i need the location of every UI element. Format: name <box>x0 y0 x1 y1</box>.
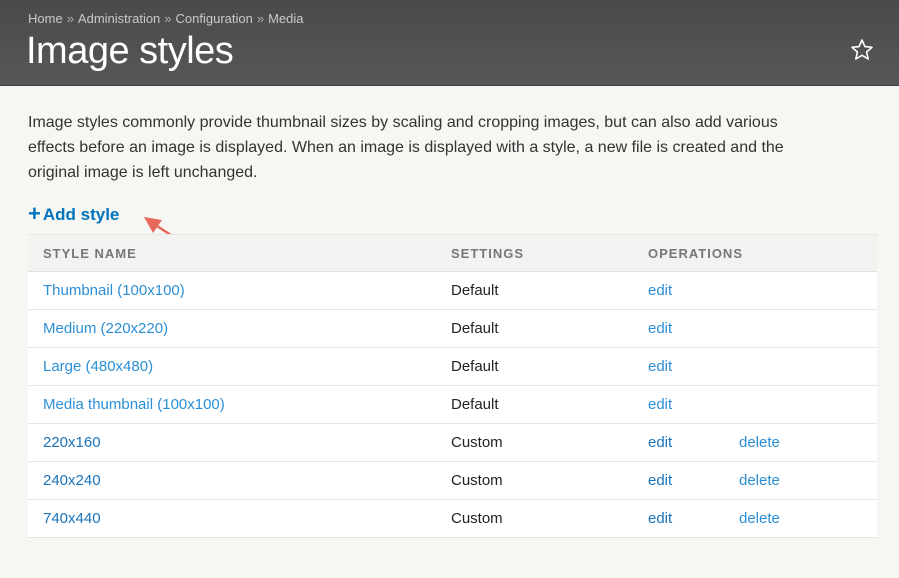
edit-link[interactable]: edit <box>648 434 672 451</box>
delete-link[interactable]: delete <box>739 434 780 451</box>
breadcrumb-administration[interactable]: Administration <box>78 11 160 26</box>
edit-link[interactable]: edit <box>648 282 672 299</box>
style-settings: Default <box>435 271 633 310</box>
style-name-link[interactable]: Medium (220x220) <box>43 320 168 337</box>
table-header-row: STYLE NAME SETTINGS OPERATIONS <box>28 234 877 272</box>
breadcrumb: Home» Administration» Configuration» Media <box>28 11 304 26</box>
table-row: 240x240 Custom edit delete <box>28 461 877 500</box>
style-settings: Custom <box>435 461 633 500</box>
style-settings: Custom <box>435 499 633 538</box>
page-header: Home» Administration» Configuration» Media … <box>0 0 899 86</box>
empty-operation-cell <box>738 309 877 348</box>
main-content: Image styles commonly provide thumbnail … <box>0 86 899 578</box>
table-row: Large (480x480) Default edit <box>28 347 877 386</box>
page-description: Image styles commonly provide thumbnail … <box>28 114 784 181</box>
edit-link[interactable]: edit <box>648 358 672 375</box>
edit-link[interactable]: edit <box>648 472 672 489</box>
column-header-operations: OPERATIONS <box>633 234 877 272</box>
style-settings: Custom <box>435 423 633 462</box>
breadcrumb-configuration[interactable]: Configuration <box>176 11 253 26</box>
breadcrumb-separator: » <box>164 11 172 26</box>
style-name-link[interactable]: 220x160 <box>43 434 101 451</box>
style-settings: Default <box>435 347 633 386</box>
add-style-link[interactable]: + Add style <box>28 201 120 226</box>
style-name-link[interactable]: 240x240 <box>43 472 101 489</box>
empty-operation-cell <box>738 271 877 310</box>
edit-link[interactable]: edit <box>648 510 672 527</box>
edit-link[interactable]: edit <box>648 320 672 337</box>
style-settings: Default <box>435 309 633 348</box>
image-styles-table: STYLE NAME SETTINGS OPERATIONS Thumbnail… <box>28 234 877 538</box>
table-row: Medium (220x220) Default edit <box>28 309 877 348</box>
delete-link[interactable]: delete <box>739 510 780 527</box>
column-header-settings: SETTINGS <box>435 234 633 272</box>
style-settings: Default <box>435 385 633 424</box>
column-header-style-name: STYLE NAME <box>28 234 435 272</box>
delete-link[interactable]: delete <box>739 472 780 489</box>
star-outline-icon[interactable] <box>850 38 874 62</box>
breadcrumb-separator: » <box>256 11 265 26</box>
breadcrumb-home[interactable]: Home <box>28 11 63 26</box>
style-name-link[interactable]: Large (480x480) <box>43 358 153 375</box>
breadcrumb-media[interactable]: Media <box>268 11 303 26</box>
empty-operation-cell <box>738 347 877 386</box>
empty-operation-cell <box>738 385 877 424</box>
table-row: 740x440 Custom edit delete <box>28 499 877 538</box>
edit-link[interactable]: edit <box>648 396 672 413</box>
table-row: 220x160 Custom edit delete <box>28 423 877 462</box>
table-row: Thumbnail (100x100) Default edit <box>28 271 877 310</box>
breadcrumb-separator: » <box>66 11 74 26</box>
add-style-label: Add style <box>42 205 120 224</box>
style-name-link[interactable]: Thumbnail (100x100) <box>43 282 185 299</box>
page-title: Image styles <box>26 30 234 72</box>
style-name-link[interactable]: 740x440 <box>43 510 101 527</box>
style-name-link[interactable]: Media thumbnail (100x100) <box>43 396 225 413</box>
plus-icon: + <box>28 201 41 226</box>
table-row: Media thumbnail (100x100) Default edit <box>28 385 877 424</box>
